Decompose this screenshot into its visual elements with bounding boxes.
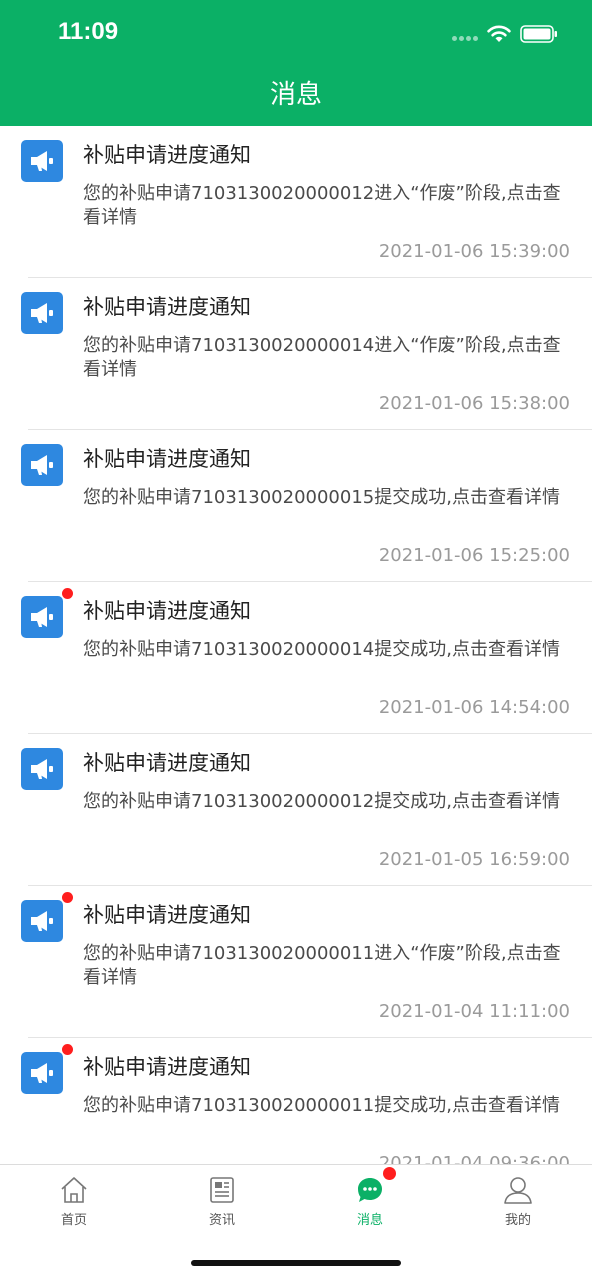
tab-messages[interactable]: 消息: [296, 1165, 444, 1235]
message-item[interactable]: 补贴申请进度通知 您的补贴申请7103130020000011进入“作废”阶段,…: [0, 886, 592, 1038]
status-time: 11:09: [58, 18, 119, 45]
tab-profile[interactable]: 我的: [444, 1165, 592, 1235]
tab-label: 资讯: [208, 1213, 235, 1228]
tab-label: 我的: [504, 1213, 531, 1228]
status-bar: 11:09: [0, 0, 592, 64]
message-timestamp: 2021-01-06 15:25:00: [378, 545, 570, 566]
home-icon: [61, 1177, 87, 1203]
megaphone-icon: [21, 748, 63, 790]
message-title: 补贴申请进度通知: [83, 599, 251, 623]
message-title: 补贴申请进度通知: [83, 1055, 251, 1079]
message-timestamp: 2021-01-04 11:11:00: [378, 1001, 570, 1022]
megaphone-icon: [21, 596, 63, 638]
unread-dot: [62, 892, 73, 903]
unread-dot: [62, 1044, 73, 1055]
home-indicator[interactable]: [191, 1260, 401, 1266]
cellular-signal-icon: [452, 36, 480, 42]
tab-label: 消息: [356, 1213, 383, 1228]
message-title: 补贴申请进度通知: [83, 751, 251, 775]
message-title: 补贴申请进度通知: [83, 447, 251, 471]
message-item[interactable]: 补贴申请进度通知 您的补贴申请7103130020000012进入“作废”阶段,…: [0, 126, 592, 278]
message-item[interactable]: 补贴申请进度通知 您的补贴申请7103130020000014提交成功,点击查看…: [0, 582, 592, 734]
megaphone-icon: [21, 900, 63, 942]
message-timestamp: 2021-01-06 15:38:00: [378, 393, 570, 414]
message-body: 您的补贴申请7103130020000012提交成功,点击查看详情: [83, 791, 560, 812]
person-icon: [504, 1177, 532, 1204]
message-title: 补贴申请进度通知: [83, 903, 251, 927]
message-timestamp: 2021-01-06 14:54:00: [378, 697, 570, 718]
message-body: 您的补贴申请7103130020000014进入“作废”阶段,点击查看详情: [83, 335, 561, 380]
tab-home[interactable]: 首页: [0, 1165, 148, 1235]
message-body: 您的补贴申请7103130020000014提交成功,点击查看详情: [83, 639, 560, 660]
notification-badge: [383, 1167, 396, 1180]
megaphone-icon: [21, 444, 63, 486]
message-title: 补贴申请进度通知: [83, 143, 251, 167]
message-timestamp: 2021-01-04 09:36:00: [378, 1153, 570, 1164]
megaphone-icon: [21, 140, 63, 182]
app-header: 11:09 消息: [0, 0, 592, 126]
message-body: 您的补贴申请7103130020000011进入“作废”阶段,点击查看详情: [83, 943, 561, 988]
news-icon: [210, 1177, 234, 1203]
megaphone-icon: [21, 292, 63, 334]
message-item[interactable]: 补贴申请进度通知 您的补贴申请7103130020000014进入“作废”阶段,…: [0, 278, 592, 430]
tab-news[interactable]: 资讯: [148, 1165, 296, 1235]
message-item[interactable]: 补贴申请进度通知 您的补贴申请7103130020000015提交成功,点击查看…: [0, 430, 592, 582]
wifi-icon: [487, 25, 511, 42]
message-body: 您的补贴申请7103130020000015提交成功,点击查看详情: [83, 487, 560, 508]
message-item[interactable]: 补贴申请进度通知 您的补贴申请7103130020000012提交成功,点击查看…: [0, 734, 592, 886]
message-body: 您的补贴申请7103130020000011提交成功,点击查看详情: [83, 1095, 560, 1116]
battery-icon: [520, 25, 557, 43]
page-title: 消息: [269, 80, 322, 110]
message-timestamp: 2021-01-05 16:59:00: [378, 849, 570, 870]
chat-icon: [358, 1178, 382, 1202]
message-timestamp: 2021-01-06 15:39:00: [378, 241, 570, 262]
tab-label: 首页: [60, 1213, 87, 1228]
unread-dot: [62, 588, 73, 599]
message-item[interactable]: 补贴申请进度通知 您的补贴申请7103130020000011提交成功,点击查看…: [0, 1038, 592, 1164]
message-title: 补贴申请进度通知: [83, 295, 251, 319]
message-list[interactable]: 补贴申请进度通知 您的补贴申请7103130020000012进入“作废”阶段,…: [0, 126, 592, 1164]
message-body: 您的补贴申请7103130020000012进入“作废”阶段,点击查看详情: [83, 183, 561, 228]
megaphone-icon: [21, 1052, 63, 1094]
